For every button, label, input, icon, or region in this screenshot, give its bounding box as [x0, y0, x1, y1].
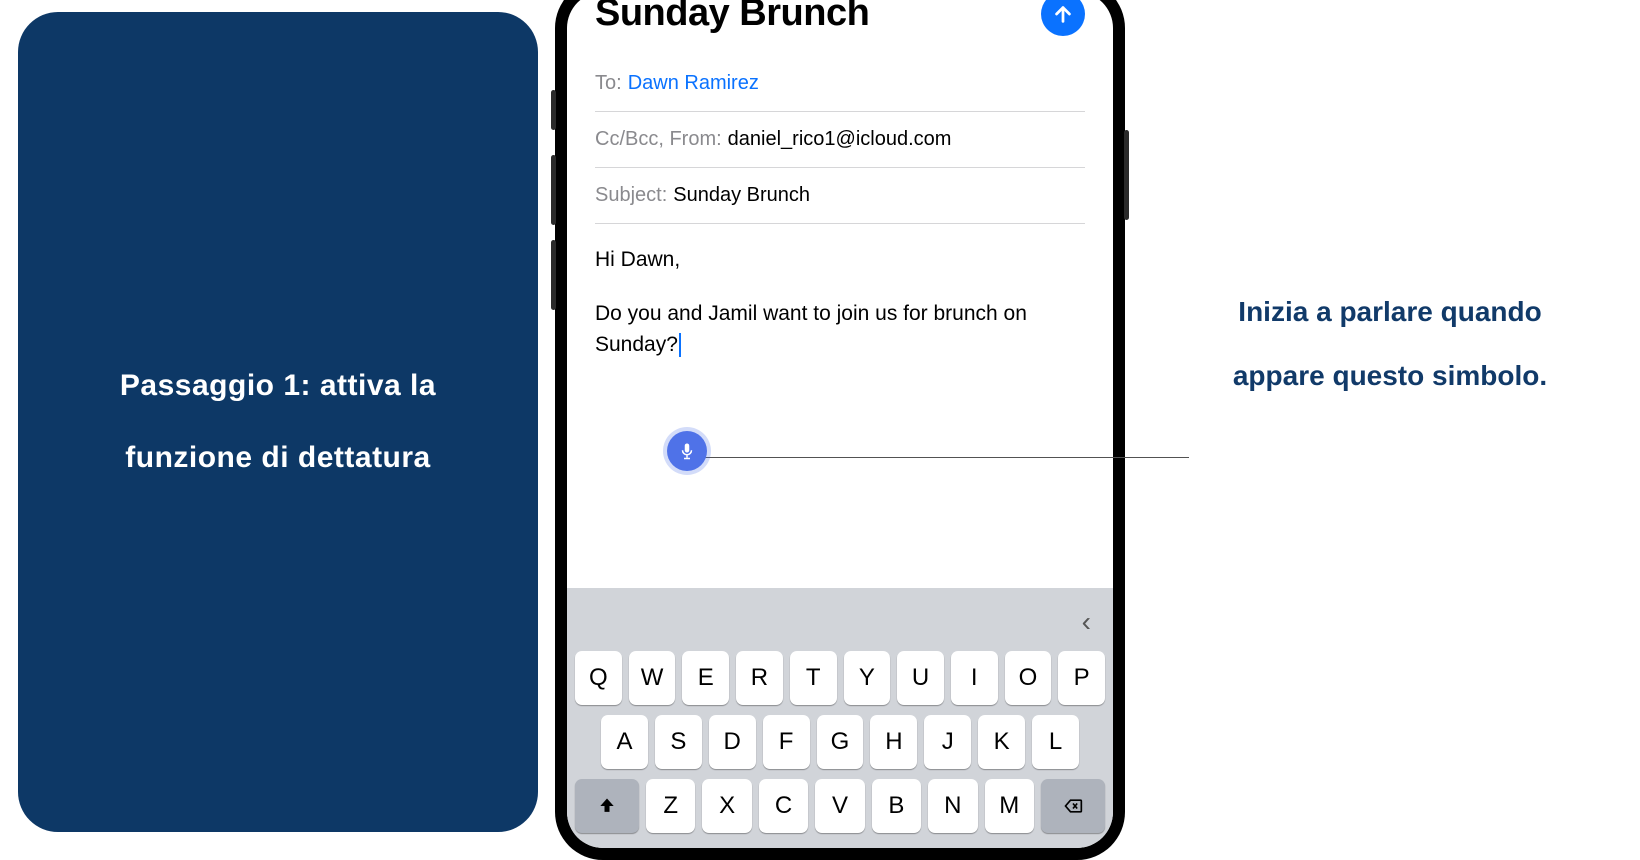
- backspace-key[interactable]: [1041, 779, 1105, 833]
- key-w[interactable]: W: [629, 651, 676, 705]
- key-l[interactable]: L: [1032, 715, 1079, 769]
- shift-key[interactable]: [575, 779, 639, 833]
- key-p[interactable]: P: [1058, 651, 1105, 705]
- phone-volume-up: [551, 155, 556, 225]
- key-f[interactable]: F: [763, 715, 810, 769]
- subject-label: Subject:: [595, 184, 667, 207]
- instruction-step-1: Passaggio 1: attiva la funzione di detta…: [78, 350, 478, 494]
- keyboard-row-3: ZXCVBNM: [567, 774, 1113, 838]
- key-j[interactable]: J: [924, 715, 971, 769]
- microphone-icon: [678, 442, 696, 460]
- body-text-line: Do you and Jamil want to join us for bru…: [595, 298, 1085, 361]
- dictation-mic-button[interactable]: [667, 431, 707, 471]
- email-body[interactable]: Hi Dawn, Do you and Jamil want to join u…: [567, 224, 1113, 381]
- phone-mockup: Sunday Brunch To: Dawn Ramirez Cc/Bcc, F…: [555, 0, 1125, 860]
- key-m[interactable]: M: [985, 779, 1034, 833]
- key-z[interactable]: Z: [646, 779, 695, 833]
- key-v[interactable]: V: [815, 779, 864, 833]
- body-text: Do you and Jamil want to join us for bru…: [595, 302, 1027, 357]
- key-k[interactable]: K: [978, 715, 1025, 769]
- keyboard-row-1: QWERTYUIOP: [567, 646, 1113, 710]
- email-header: Sunday Brunch: [567, 0, 1113, 44]
- key-x[interactable]: X: [702, 779, 751, 833]
- key-b[interactable]: B: [872, 779, 921, 833]
- key-u[interactable]: U: [897, 651, 944, 705]
- key-n[interactable]: N: [928, 779, 977, 833]
- key-e[interactable]: E: [682, 651, 729, 705]
- subject-field[interactable]: Subject: Sunday Brunch: [595, 168, 1085, 224]
- key-i[interactable]: I: [951, 651, 998, 705]
- instruction-callout-right: Inizia a parlare quando appare questo si…: [1190, 280, 1590, 409]
- ccbcc-from-field[interactable]: Cc/Bcc, From: daniel_rico1@icloud.com: [595, 112, 1085, 168]
- key-d[interactable]: D: [709, 715, 756, 769]
- keyboard: ‹ QWERTYUIOP ASDFGHJKL ZXCVBNM: [567, 588, 1113, 848]
- from-value: daniel_rico1@icloud.com: [728, 128, 952, 151]
- chevron-left-icon[interactable]: ‹: [1082, 606, 1091, 638]
- key-h[interactable]: H: [870, 715, 917, 769]
- key-g[interactable]: G: [817, 715, 864, 769]
- phone-screen: Sunday Brunch To: Dawn Ramirez Cc/Bcc, F…: [567, 0, 1113, 848]
- key-r[interactable]: R: [736, 651, 783, 705]
- phone-volume-down: [551, 240, 556, 310]
- arrow-up-icon: [1052, 3, 1074, 25]
- key-y[interactable]: Y: [844, 651, 891, 705]
- key-q[interactable]: Q: [575, 651, 622, 705]
- to-field[interactable]: To: Dawn Ramirez: [595, 56, 1085, 112]
- keyboard-toolbar: ‹: [567, 598, 1113, 646]
- key-t[interactable]: T: [790, 651, 837, 705]
- body-greeting: Hi Dawn,: [595, 244, 1085, 276]
- email-title: Sunday Brunch: [595, 0, 869, 35]
- keyboard-row-2: ASDFGHJKL: [567, 710, 1113, 774]
- key-c[interactable]: C: [759, 779, 808, 833]
- send-button[interactable]: [1041, 0, 1085, 36]
- subject-value: Sunday Brunch: [673, 184, 810, 207]
- key-s[interactable]: S: [655, 715, 702, 769]
- key-a[interactable]: A: [601, 715, 648, 769]
- instruction-panel-left: Passaggio 1: attiva la funzione di detta…: [18, 12, 538, 832]
- email-fields: To: Dawn Ramirez Cc/Bcc, From: daniel_ri…: [567, 44, 1113, 224]
- key-o[interactable]: O: [1005, 651, 1052, 705]
- to-value: Dawn Ramirez: [628, 72, 759, 95]
- text-cursor: [679, 333, 681, 357]
- ccbcc-label: Cc/Bcc, From:: [595, 128, 722, 151]
- callout-line: [694, 457, 1189, 458]
- to-label: To:: [595, 72, 622, 95]
- phone-mute-switch: [551, 90, 556, 130]
- phone-power-button: [1124, 130, 1129, 220]
